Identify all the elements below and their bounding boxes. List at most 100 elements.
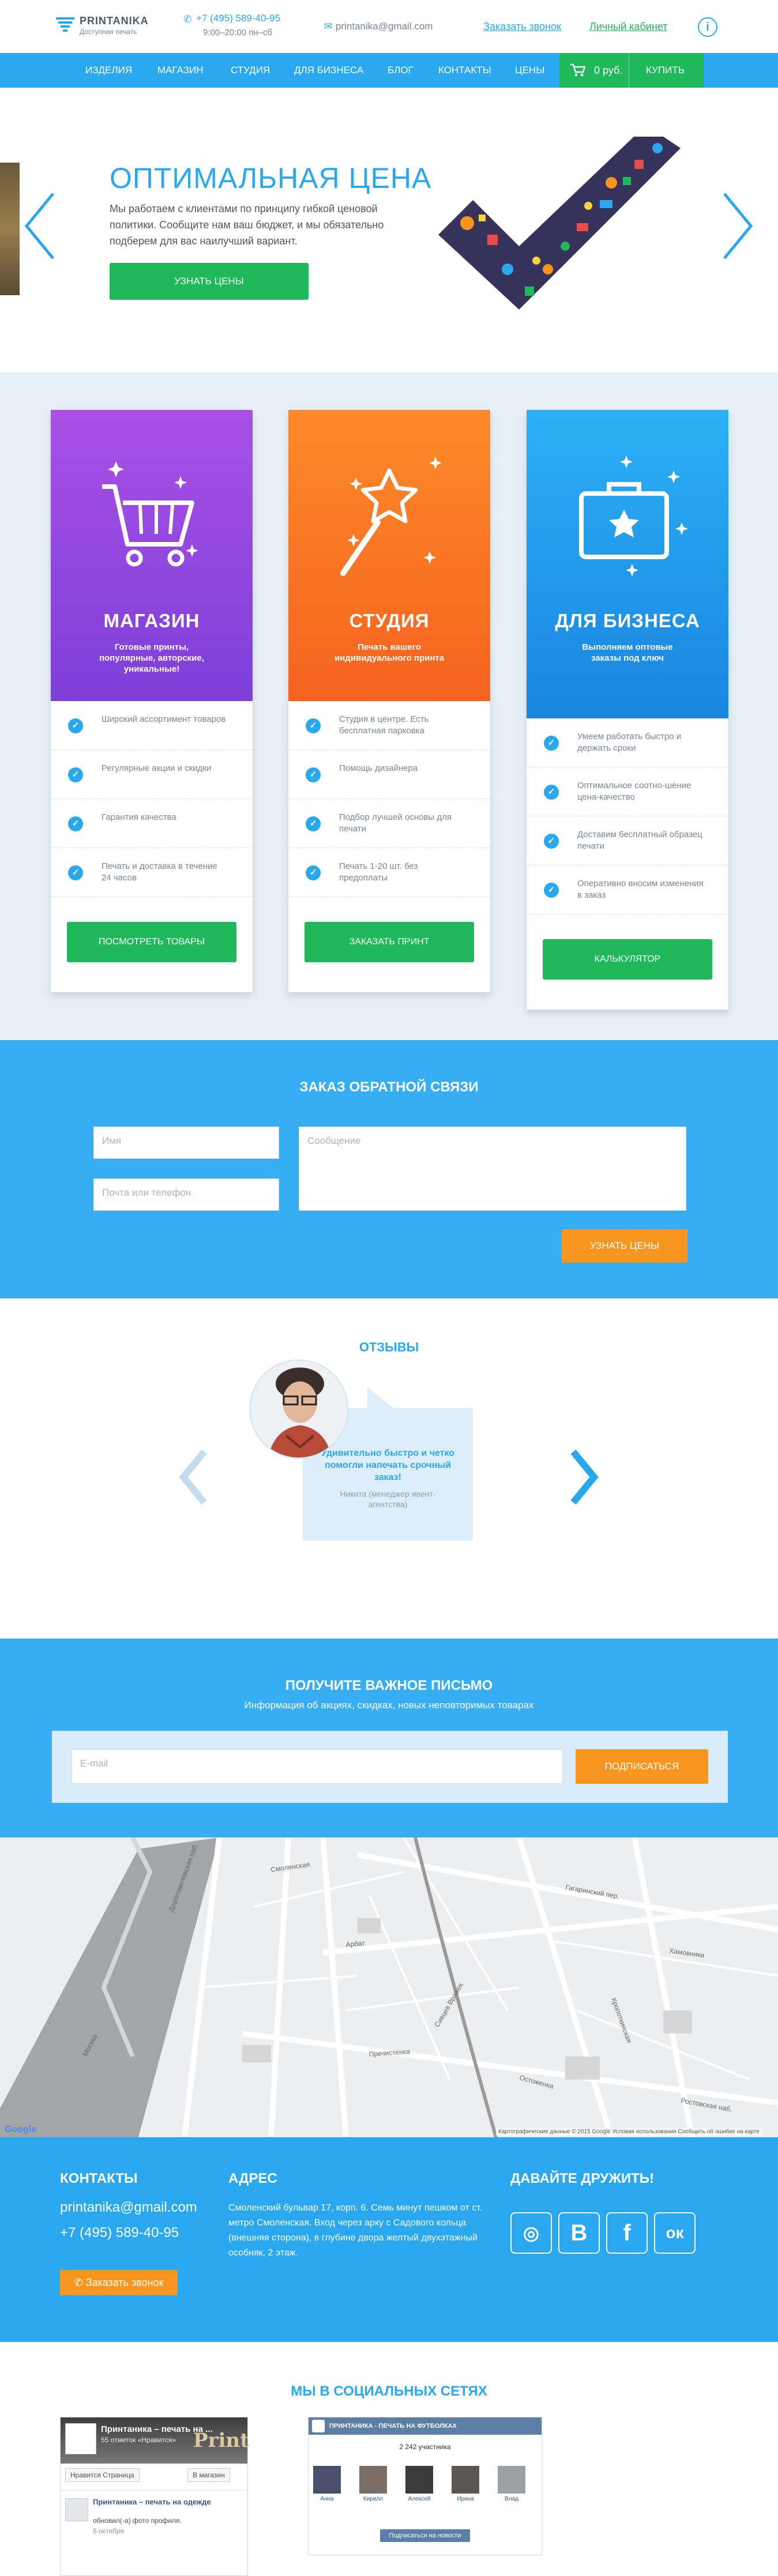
feature-row: ✓ Широкий ассортимент товаров — [51, 701, 253, 750]
check-icon: ✓ — [306, 816, 321, 831]
hero-title: ОПТИМАЛЬНАЯ ЦЕНА — [110, 162, 432, 194]
reviews-section: Отзывы Удивительно быстро и четко помогл… — [0, 1298, 778, 1639]
fb-post-title[interactable]: Принтаника – печать на одежде — [93, 2497, 237, 2507]
vk-member-avatar[interactable] — [359, 2466, 387, 2494]
subscribe-subtitle: Информация об акциях, скидках, новых неп… — [244, 1700, 534, 1711]
odnoklassniki-icon[interactable]: ок — [654, 2212, 696, 2254]
nav-item-shop[interactable]: Магазин — [157, 53, 203, 88]
contact-input[interactable]: Почта или телефон — [93, 1178, 279, 1211]
fb-cover-word: Print — [193, 2429, 249, 2452]
fb-like-button[interactable]: Нравится Страница — [65, 2468, 140, 2482]
vk-member-name[interactable]: Анна — [312, 2496, 342, 2502]
cabinet-link[interactable]: Личный кабинет — [589, 21, 667, 33]
footer-email[interactable]: printanika@gmail.com — [60, 2200, 197, 2216]
nav-item-blog[interactable]: Блог — [388, 53, 414, 88]
name-input[interactable]: Имя — [93, 1127, 279, 1159]
subscribe-button[interactable]: Подписаться — [576, 1749, 708, 1784]
footer-callback-button[interactable]: ✆ Заказать звонок — [60, 2270, 178, 2295]
card-description: Печать вашего индивидуального принта — [334, 642, 445, 663]
facebook-icon[interactable]: f — [606, 2212, 648, 2254]
hero-text: Мы работаем с клиентами по принципу гибк… — [110, 203, 384, 247]
feature-row: ✓ Доставим бесплатный образец печати — [527, 816, 728, 865]
footer-phone[interactable]: +7 (495) 589-40-95 — [60, 2225, 179, 2241]
main-nav: Изделия Магазин Студия Для бизнеса Блог … — [0, 53, 778, 88]
cart-amount[interactable]: 0 руб. — [594, 53, 622, 88]
subscribe-section: Получите важное письмо Информация об акц… — [0, 1639, 778, 1837]
view-products-button[interactable]: Посмотреть товары — [67, 922, 236, 962]
chevron-right-icon[interactable] — [720, 191, 754, 261]
card-description: Готовые принты, популярные, авторские, у… — [99, 642, 204, 674]
reviews-title: Отзывы — [359, 1340, 419, 1354]
card-title: Магазин — [103, 610, 200, 631]
chevron-left-icon[interactable] — [23, 191, 58, 261]
get-prices-button[interactable]: Узнать цены — [562, 1229, 687, 1263]
email-input[interactable]: E-mail — [72, 1749, 563, 1784]
magic-wand-icon — [340, 457, 442, 576]
vk-member-avatar[interactable] — [405, 2466, 433, 2494]
feature-text: Студия в центре. Есть бесплатная парковк… — [339, 714, 429, 736]
feature-row: ✓ Оперативно вносим изменения в заказ — [527, 865, 728, 914]
map[interactable]: Смоленская Арбат Сивцев Вражек Гагаринский … — [0, 1837, 778, 2137]
avatar — [249, 1359, 348, 1459]
card-title: Студия — [349, 610, 430, 631]
chevron-right-icon[interactable] — [565, 1448, 600, 1506]
check-icon: ✓ — [306, 865, 321, 880]
callback-link[interactable]: Заказать звонок — [483, 21, 561, 33]
google-logo[interactable]: Google — [5, 2125, 36, 2135]
feature-row: ✓ Помощь дизайнера — [288, 750, 490, 799]
feature-text: Регулярные акции и скидки — [102, 763, 212, 773]
instagram-icon[interactable]: ◎ — [510, 2212, 552, 2254]
vk-icon[interactable]: В — [558, 2212, 600, 2254]
feature-row: ✓ Умеем работать быстро и держать сроки — [527, 718, 728, 767]
feature-text: Печать 1-20 шт. без предоплаты — [339, 861, 418, 883]
service-card-studio: Студия Печать вашего индивидуального при… — [288, 410, 490, 992]
vk-header[interactable]: ПРИНТАНИКА - ПЕЧАТЬ НА ФУТБОЛКАХ — [309, 2417, 542, 2435]
cart-icon[interactable] — [570, 63, 586, 78]
fb-page-avatar[interactable] — [65, 2423, 96, 2454]
header-phone[interactable]: +7 (495) 589-40-95 — [196, 13, 280, 24]
facebook-widget: Принтаника – печать на ... 55 отметок «Н… — [60, 2417, 249, 2576]
callback-title: Заказ обратной связи — [299, 1079, 479, 1095]
vk-member-name[interactable]: Кирилл — [358, 2496, 388, 2502]
map-attribution[interactable]: Картографические данные © 2015 Google Ус… — [496, 2128, 762, 2136]
feature-text: Умеем работать быстро и держать сроки — [577, 732, 682, 753]
subscribe-form: E-mail Подписаться — [52, 1731, 728, 1803]
info-icon[interactable]: i — [698, 17, 717, 37]
fb-shop-button[interactable]: В магазин — [187, 2468, 230, 2482]
order-print-button[interactable]: Заказать принт — [305, 922, 474, 962]
logo-title[interactable]: PRINTANIKA — [80, 15, 149, 27]
feature-text: Помощь дизайнера — [339, 763, 418, 773]
vk-member-avatar[interactable] — [498, 2466, 525, 2494]
divider — [61, 2490, 247, 2491]
nav-item-products[interactable]: Изделия — [85, 53, 132, 88]
logo-icon[interactable] — [55, 16, 76, 33]
fb-likes: 55 отметок «Нравится» — [101, 2436, 176, 2444]
nav-item-studio[interactable]: Студия — [231, 53, 270, 88]
vk-member-avatar[interactable] — [313, 2466, 341, 2494]
buy-button[interactable]: Купить — [646, 53, 685, 88]
vk-subscribe-wrap: Подписаться на новости — [309, 2529, 542, 2542]
check-icon: ✓ — [544, 834, 559, 849]
vk-member-name[interactable]: Влад — [497, 2496, 527, 2502]
header-email[interactable]: printanika@gmail.com — [336, 21, 433, 32]
nav-item-business[interactable]: Для бизнеса — [294, 53, 363, 88]
nav-item-prices[interactable]: Цены — [515, 53, 544, 88]
header-hours: 9:00–20:00 пн–сб — [203, 28, 273, 37]
vk-member-avatar[interactable] — [452, 2466, 479, 2494]
check-icon: ✓ — [68, 865, 83, 880]
address-title: Адрес — [228, 2171, 277, 2186]
review-quote: Удивительно быстро и четко помогли напеч… — [321, 1448, 455, 1482]
review-author: Никита (менеджер ивент-агентства) — [340, 1489, 436, 1509]
message-textarea[interactable]: Сообщение — [299, 1127, 686, 1211]
fb-post-avatar — [65, 2498, 88, 2521]
map-canvas[interactable]: СмоленскаяАрбатСивцев ВражекГагаринский … — [0, 1837, 778, 2137]
nav-item-contacts[interactable]: Контакты — [438, 53, 491, 88]
vk-member-name[interactable]: Алексей — [404, 2496, 434, 2502]
check-icon: ✓ — [68, 767, 83, 782]
chevron-left-icon[interactable] — [178, 1448, 212, 1506]
vk-subscribe-button[interactable]: Подписаться на новости — [379, 2529, 471, 2542]
hero-cta-button[interactable]: Узнать цены — [110, 263, 309, 300]
calculator-button[interactable]: Калькулятор — [543, 939, 712, 980]
friends-title: Давайте дружить! — [510, 2171, 655, 2186]
vk-member-name[interactable]: Ирина — [450, 2496, 480, 2502]
